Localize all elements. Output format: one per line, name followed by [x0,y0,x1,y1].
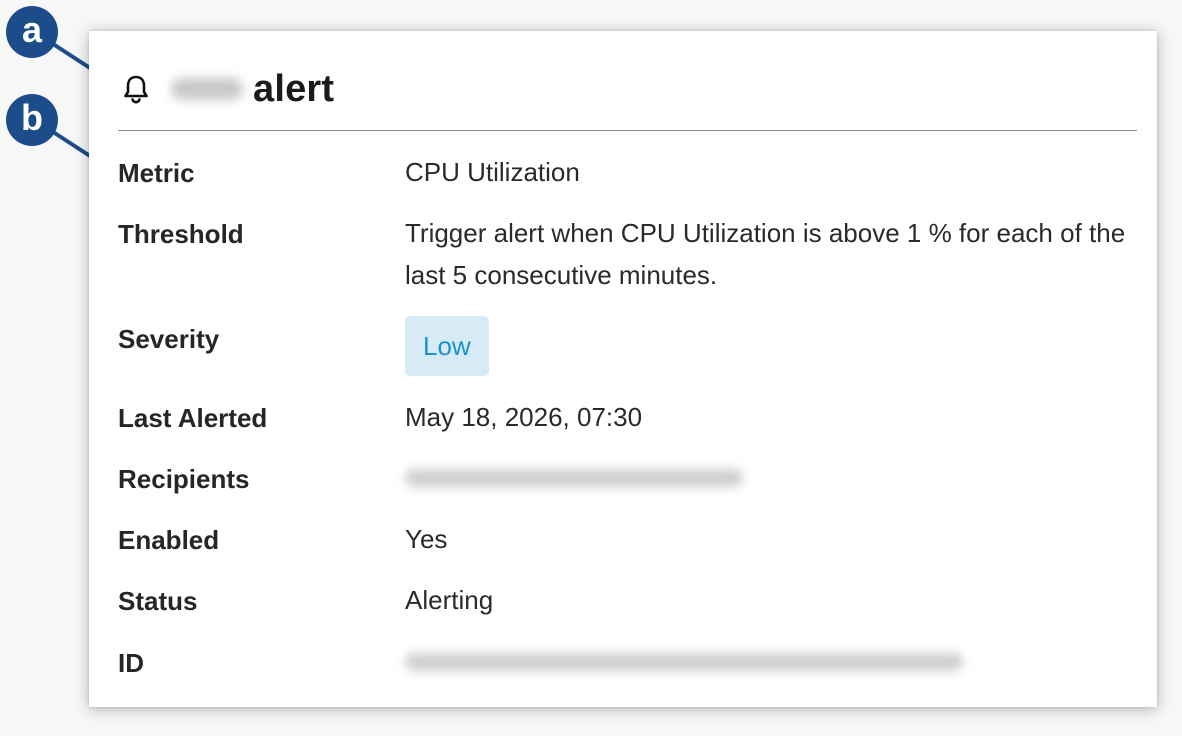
redacted-recipients [405,469,743,487]
status-value: Alerting [405,585,494,615]
threshold-label: Threshold [118,219,244,249]
enabled-label: Enabled [118,525,220,555]
threshold-value: Trigger alert when CPU Utilization is ab… [405,218,1126,290]
redacted-id [405,653,963,671]
id-label: ID [118,648,144,678]
callout-a-letter: a [21,9,43,50]
recipients-value [405,457,1145,499]
severity-badge: Low [405,316,489,376]
metric-label: Metric [118,158,195,188]
bell-icon [124,75,148,104]
status-label: Status [118,586,198,616]
callout-b: b [6,94,58,146]
callout-a: a [6,6,58,58]
enabled-value: Yes [405,524,448,554]
recipients-label: Recipients [118,464,250,494]
alert-header: alert [119,65,334,113]
id-value [405,641,1145,683]
severity-value-wrap: Low [405,316,1145,376]
redacted-alert-name [171,78,243,100]
header-divider [118,130,1137,131]
alert-title: alert [253,67,335,110]
alert-detail-panel: alert Metric CPU Utilization Threshold T… [89,31,1157,707]
metric-value: CPU Utilization [405,157,580,187]
callout-b-letter: b [21,97,43,138]
severity-label: Severity [118,324,220,354]
last-alerted-label: Last Alerted [118,403,268,433]
last-alerted-value: May 18, 2026, 07:30 [405,402,643,432]
